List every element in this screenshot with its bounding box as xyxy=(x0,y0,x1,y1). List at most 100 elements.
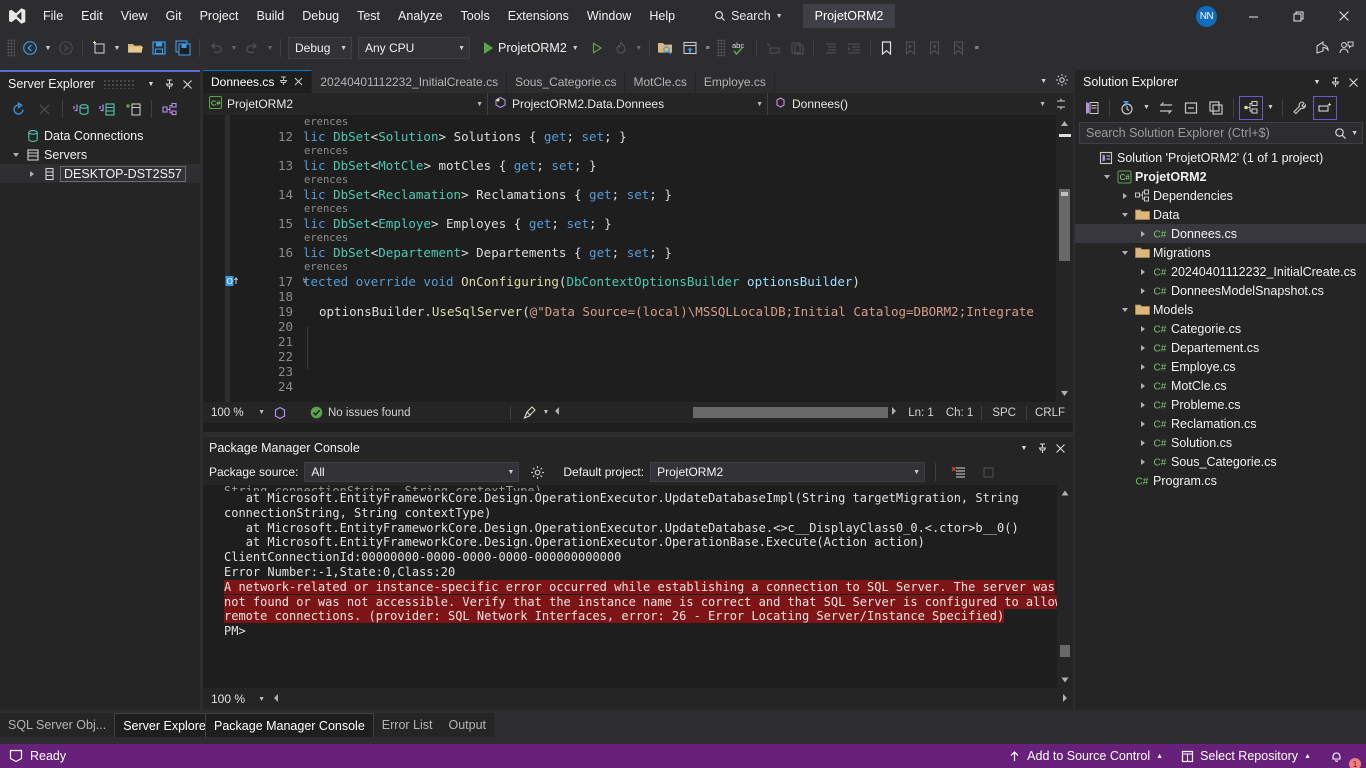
close-icon[interactable] xyxy=(1344,73,1362,91)
chevron-down-icon[interactable] xyxy=(1117,205,1133,224)
tab-overflow-dropdown[interactable]: ▼ xyxy=(1034,78,1053,85)
editor-tab[interactable]: MotCle.cs xyxy=(625,70,696,93)
pmc-output[interactable]: String connectionString, String contextT… xyxy=(203,485,1073,688)
pmc-zoom-combo[interactable]: 100 % ▼ xyxy=(206,690,268,709)
start-without-debugging-button[interactable] xyxy=(585,36,609,60)
dock-tab[interactable]: Server Explorer xyxy=(114,713,220,737)
default-project-combo[interactable]: ProjetORM2 ▼ xyxy=(650,462,926,482)
menu-item-edit[interactable]: Edit xyxy=(72,3,112,29)
sync-with-active-document-button[interactable] xyxy=(1154,96,1178,120)
redo-button[interactable] xyxy=(240,36,264,60)
dock-tab[interactable]: SQL Server Obj... xyxy=(0,713,115,737)
chevron-right-icon[interactable] xyxy=(24,164,40,183)
code-line[interactable]: 21 xyxy=(203,334,1056,349)
line-ending-indicator[interactable]: CRLF xyxy=(1029,407,1073,419)
editor-tab[interactable]: Employe.cs xyxy=(695,70,775,93)
pmc-vertical-scrollbar[interactable] xyxy=(1057,485,1073,688)
code-line[interactable]: 15 lic DbSet<Employe> Employes { get; set… xyxy=(203,216,1056,231)
solution-tree-item[interactable]: C# MotCle.cs xyxy=(1075,376,1366,395)
delete-button[interactable] xyxy=(32,97,56,121)
code-lens-references[interactable]: erences xyxy=(304,232,348,244)
chevron-down-icon[interactable] xyxy=(8,145,24,164)
code-line[interactable]: 20 xyxy=(203,319,1056,334)
notifications-button[interactable]: 1 xyxy=(1323,744,1361,768)
pending-changes-filter-button[interactable] xyxy=(1115,96,1139,120)
tree-item[interactable]: Data Connections xyxy=(0,126,200,145)
solution-tree-item[interactable]: C# Sous_Categorie.cs xyxy=(1075,452,1366,471)
toolbar-overflow-1[interactable]: ≡ xyxy=(702,36,714,60)
editor-horizontal-scrollbar[interactable] xyxy=(553,404,898,421)
issues-status[interactable]: No issues found xyxy=(310,406,410,419)
solution-tree-item[interactable]: C# Probleme.cs xyxy=(1075,395,1366,414)
code-line[interactable]: 16 lic DbSet<Departement> Departements { … xyxy=(203,245,1056,260)
menu-item-debug[interactable]: Debug xyxy=(293,3,348,29)
stop-operation-button[interactable] xyxy=(976,460,1000,484)
menu-item-view[interactable]: View xyxy=(112,3,157,29)
comment-selection-button[interactable] xyxy=(761,36,785,60)
share-button[interactable] xyxy=(1310,36,1334,60)
code-surface[interactable]: erences 12 lic DbSet<Solution> Solutions {… xyxy=(203,115,1073,402)
search-box[interactable]: Search ▼ xyxy=(706,5,791,27)
close-icon[interactable] xyxy=(294,75,303,89)
chevron-right-icon[interactable] xyxy=(1135,281,1151,300)
menu-item-git[interactable]: Git xyxy=(157,3,191,29)
code-line[interactable]: 13 lic DbSet<MotCle> motCles { get; set; … xyxy=(203,158,1056,173)
pmc-scroll-thumb[interactable] xyxy=(1060,645,1070,657)
menu-item-file[interactable]: File xyxy=(34,3,72,29)
tree-item[interactable]: Servers xyxy=(0,145,200,164)
toggle-bookmark-button[interactable] xyxy=(875,36,899,60)
avatar[interactable]: NN xyxy=(1196,5,1217,27)
add-server-button[interactable] xyxy=(121,97,145,121)
pmc-scroll-up[interactable] xyxy=(1057,485,1073,501)
pin-icon[interactable] xyxy=(1326,73,1344,91)
refresh-button[interactable] xyxy=(6,97,30,121)
scroll-thumb[interactable] xyxy=(1059,189,1070,261)
code-lens-references[interactable]: erences xyxy=(304,261,348,273)
scroll-down-button[interactable] xyxy=(1056,385,1073,402)
hot-reload-dropdown[interactable]: ▼ xyxy=(633,36,645,60)
solution-tree-item[interactable]: Data xyxy=(1075,205,1366,224)
code-lens-references[interactable]: erences xyxy=(304,116,348,128)
close-icon[interactable] xyxy=(1051,439,1069,457)
editor-tab[interactable]: Donnees.cs xyxy=(203,70,313,93)
minimize-button[interactable] xyxy=(1231,0,1276,32)
indentation-indicator[interactable]: SPC xyxy=(984,407,1024,419)
chevron-right-icon[interactable] xyxy=(1135,319,1151,338)
solution-tree-item[interactable]: Dependencies xyxy=(1075,186,1366,205)
solution-tree-item[interactable]: Migrations xyxy=(1075,243,1366,262)
hscroll-thumb[interactable] xyxy=(693,407,889,418)
code-line[interactable]: 24 xyxy=(203,379,1056,394)
chevron-right-icon[interactable] xyxy=(1135,395,1151,414)
menu-item-window[interactable]: Window xyxy=(578,3,640,29)
solution-tree-item[interactable]: Solution 'ProjetORM2' (1 of 1 project) xyxy=(1075,148,1366,167)
intellicode-status-icon[interactable] xyxy=(268,401,292,425)
dock-tab[interactable]: Package Manager Console xyxy=(205,713,374,737)
uncomment-selection-button[interactable] xyxy=(785,36,809,60)
menu-item-tools[interactable]: Tools xyxy=(452,3,499,29)
editor-vertical-scrollbar[interactable] xyxy=(1056,115,1073,402)
hot-reload-button[interactable] xyxy=(609,36,633,60)
solution-name-chip[interactable]: ProjetORM2 xyxy=(802,4,896,28)
next-bookmark-button[interactable] xyxy=(923,36,947,60)
solution-search-input[interactable]: Search Solution Explorer (Ctrl+$) ▼ xyxy=(1079,122,1363,144)
feedback-button[interactable] xyxy=(1334,36,1358,60)
pin-icon[interactable] xyxy=(279,76,289,89)
chevron-right-icon[interactable] xyxy=(1135,433,1151,452)
live-share-button[interactable] xyxy=(678,36,702,60)
code-cleanup-button[interactable] xyxy=(518,401,542,425)
solution-tree-item[interactable]: C# Solution.cs xyxy=(1075,433,1366,452)
chevron-right-icon[interactable] xyxy=(1135,452,1151,471)
connect-to-server-button[interactable] xyxy=(95,97,119,121)
solution-configuration-combo[interactable]: Debug ▼ xyxy=(288,37,352,59)
navigate-backward-button[interactable] xyxy=(18,36,42,60)
redo-dropdown[interactable]: ▼ xyxy=(264,36,276,60)
solution-tree-item[interactable]: C# Program.cs xyxy=(1075,471,1366,490)
solution-tree-item[interactable]: C# Categorie.cs xyxy=(1075,319,1366,338)
chevron-right-icon[interactable] xyxy=(1135,376,1151,395)
object-relationships-button[interactable] xyxy=(158,97,182,121)
code-lens-references[interactable]: erences xyxy=(304,203,348,215)
code-line[interactable]: 23 xyxy=(203,364,1056,379)
package-source-combo[interactable]: All ▼ xyxy=(304,462,520,482)
dock-tab[interactable]: Output xyxy=(440,713,495,737)
menu-item-project[interactable]: Project xyxy=(191,3,248,29)
